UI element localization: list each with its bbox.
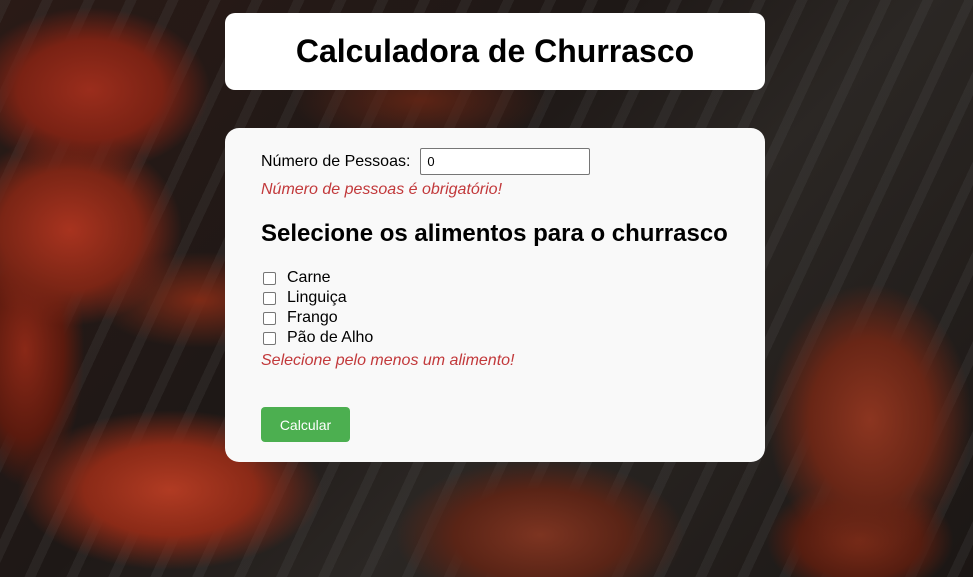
checkbox-pao-de-alho[interactable] [263, 331, 276, 345]
food-item-carne: Carne [263, 268, 373, 288]
food-label-carne: Carne [287, 269, 331, 286]
calculator-form: Número de Pessoas: Número de pessoas é o… [225, 128, 765, 462]
people-input[interactable] [420, 148, 591, 175]
food-item-frango: Frango [263, 308, 373, 328]
checkbox-linguica[interactable] [263, 291, 276, 305]
people-row: Número de Pessoas: [261, 148, 591, 175]
food-error-message: Selecione pelo menos um alimento! [261, 352, 515, 369]
people-error-message: Número de pessoas é obrigatório! [261, 181, 503, 198]
food-label-pao-de-alho: Pão de Alho [287, 329, 374, 346]
food-item-linguica: Linguiça [263, 288, 373, 308]
foods-section-title: Selecione os alimentos para o churrasco [261, 220, 728, 247]
food-item-pao-de-alho: Pão de Alho [263, 328, 373, 348]
page-title: Calculadora de Churrasco [295, 33, 695, 69]
checkbox-carne[interactable] [263, 271, 276, 285]
people-label: Número de Pessoas: [261, 152, 411, 170]
food-label-frango: Frango [287, 309, 338, 326]
food-checkbox-list: Carne Linguiça Frango Pão de Alho [263, 268, 373, 348]
checkbox-frango[interactable] [263, 311, 276, 325]
title-card: Calculadora de Churrasco [225, 13, 765, 90]
calculate-button[interactable]: Calcular [261, 407, 350, 442]
food-label-linguica: Linguiça [287, 289, 347, 306]
